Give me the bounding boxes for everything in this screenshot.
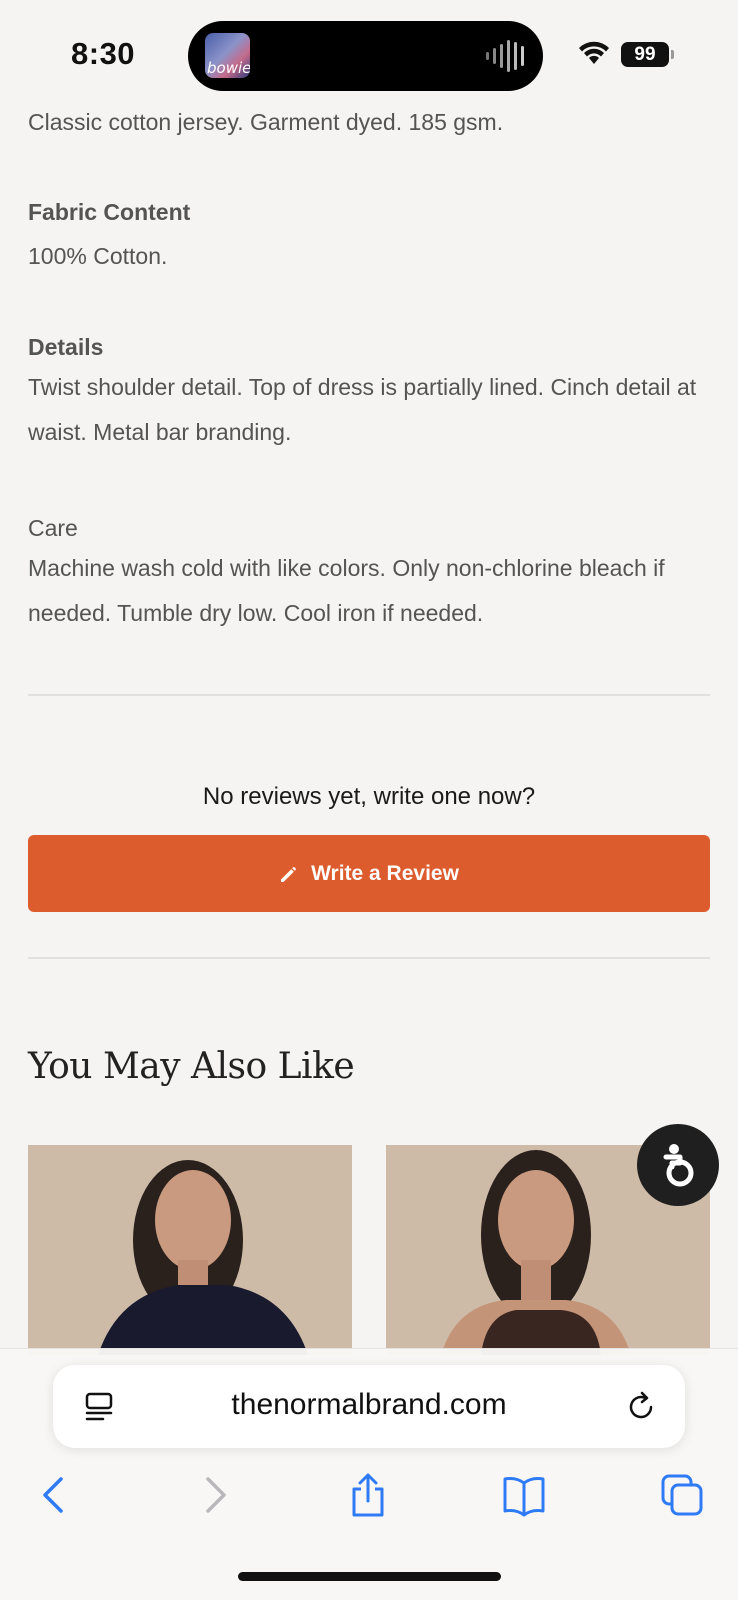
wifi-icon — [579, 41, 609, 64]
status-bar: 8:30 bowie 99 — [0, 0, 738, 104]
care-label: Care — [28, 515, 78, 541]
recommended-product-image[interactable] — [28, 1145, 352, 1355]
write-review-label: Write a Review — [311, 861, 459, 885]
fabric-section: Fabric Content 100% Cotton. — [28, 196, 710, 272]
battery-indicator: 99 — [621, 42, 674, 67]
now-playing-artwork: bowie — [205, 33, 250, 78]
details-text: Twist shoulder detail. Top of dress is p… — [28, 374, 697, 445]
no-reviews-text: No reviews yet, write one now? — [202, 783, 536, 810]
accessibility-button[interactable] — [637, 1124, 719, 1206]
home-indicator[interactable] — [238, 1572, 501, 1581]
tabs-icon[interactable] — [660, 1473, 704, 1517]
back-icon[interactable] — [33, 1473, 77, 1517]
bookmarks-icon[interactable] — [502, 1473, 546, 1517]
reload-icon[interactable] — [625, 1391, 657, 1423]
care-section: Care Machine wash cold with like colors.… — [28, 512, 710, 636]
write-review-button[interactable]: Write a Review — [28, 835, 710, 912]
divider — [28, 694, 710, 696]
fabric-text: 100% Cotton. — [28, 243, 168, 269]
pencil-icon — [281, 866, 297, 882]
divider — [28, 957, 710, 959]
product-description: Classic cotton jersey. Garment dyed. 185… — [28, 109, 504, 135]
waveform-icon — [486, 40, 524, 72]
model-photo-cardigan — [28, 1145, 352, 1355]
browser-toolbar: thenormalbrand.com — [0, 1348, 738, 1600]
details-heading: Details — [28, 334, 104, 360]
care-text: Machine wash cold with like colors. Only… — [28, 555, 665, 626]
status-time: 8:30 — [71, 36, 136, 71]
url-text[interactable]: thenormalbrand.com — [53, 1388, 685, 1422]
dynamic-island[interactable]: bowie — [188, 21, 543, 91]
fabric-heading: Fabric Content — [28, 199, 191, 225]
address-bar[interactable]: thenormalbrand.com — [53, 1365, 685, 1448]
share-icon[interactable] — [346, 1473, 390, 1517]
forward-icon[interactable] — [192, 1473, 236, 1517]
recommendations-title: You May Also Like — [28, 1046, 355, 1087]
accessibility-icon — [663, 1144, 694, 1187]
now-playing-art-text: bowie — [207, 59, 250, 77]
details-section: Details Twist shoulder detail. Top of dr… — [28, 331, 710, 455]
